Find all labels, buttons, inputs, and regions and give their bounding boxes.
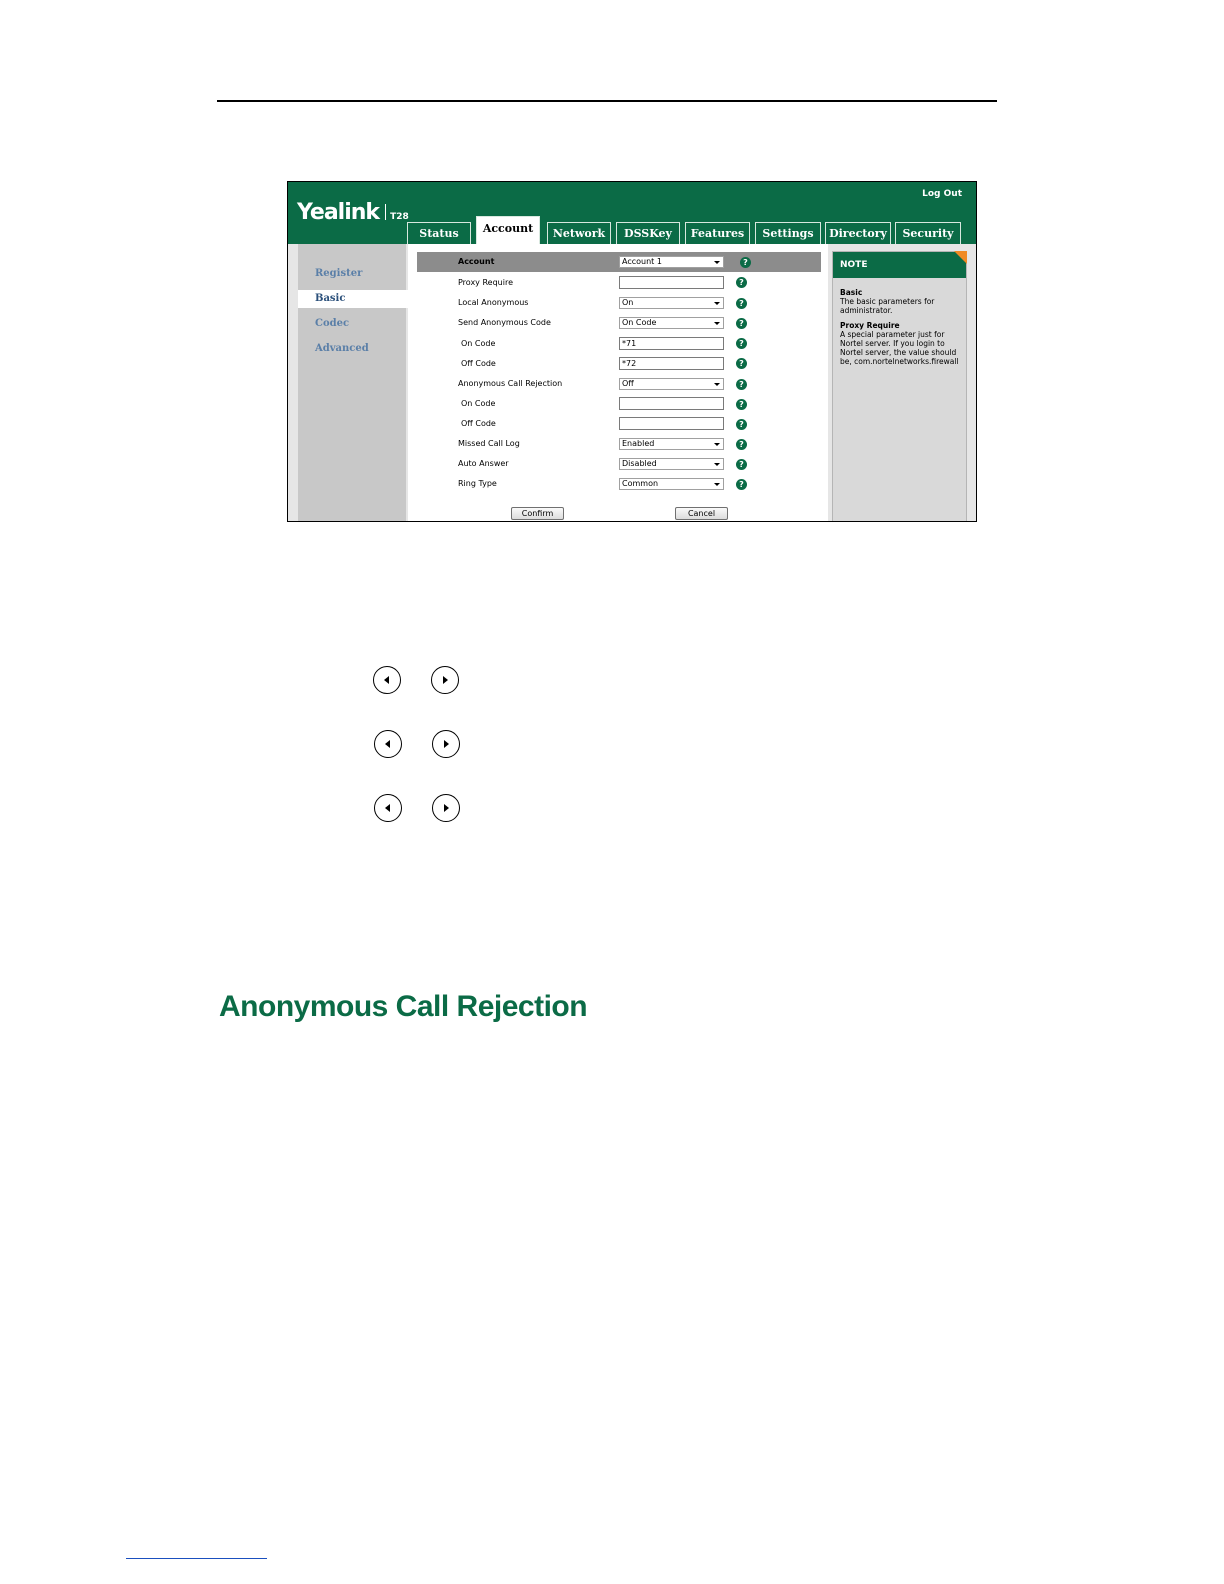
- missed-call-log-label: Missed Call Log: [458, 439, 520, 448]
- rejection-off-code-input[interactable]: [619, 417, 724, 430]
- account-basic-form: Account Account 1 ? Proxy Require ? Loca…: [408, 244, 828, 521]
- ring-type-label: Ring Type: [458, 479, 497, 488]
- anonymous-call-rejection-label: Anonymous Call Rejection: [458, 379, 563, 388]
- chevron-down-icon: [714, 261, 720, 264]
- missed-call-log-value: Enabled: [622, 439, 655, 448]
- rejection-off-code-label: Off Code: [461, 419, 496, 428]
- left-navigation-key-icon: [373, 666, 401, 694]
- tab-directory[interactable]: Directory: [825, 222, 891, 244]
- chevron-down-icon: [714, 383, 720, 386]
- help-icon[interactable]: ?: [736, 439, 747, 450]
- note-text-proxy-require: A special parameter just for Nortel serv…: [840, 330, 959, 366]
- left-navigation-key-icon: [374, 794, 402, 822]
- account-select[interactable]: Account 1: [619, 256, 724, 268]
- top-banner: Yealink T28 Log Out Status Account Networ…: [288, 182, 976, 244]
- local-anonymous-label: Local Anonymous: [458, 298, 529, 307]
- logo-text: Yealink: [297, 200, 380, 225]
- chevron-down-icon: [714, 463, 720, 466]
- account-label: Account: [458, 257, 495, 266]
- help-icon[interactable]: ?: [736, 399, 747, 410]
- send-on-code-input[interactable]: *71: [619, 337, 724, 350]
- chevron-down-icon: [714, 443, 720, 446]
- chevron-down-icon: [714, 483, 720, 486]
- send-off-code-input[interactable]: *72: [619, 357, 724, 370]
- tab-features[interactable]: Features: [685, 222, 750, 244]
- section-title: Anonymous Call Rejection: [219, 990, 588, 1023]
- left-navigation-key-icon: [374, 730, 402, 758]
- web-ui-screenshot: Yealink T28 Log Out Status Account Networ…: [287, 181, 977, 522]
- tab-dsskey[interactable]: DSSKey: [616, 222, 680, 244]
- local-anonymous-value: On: [622, 298, 634, 307]
- logo-divider: [385, 204, 387, 220]
- note-corner-fold: [954, 251, 967, 264]
- nav-codec[interactable]: Codec: [315, 318, 349, 329]
- tab-settings[interactable]: Settings: [755, 222, 821, 244]
- confirm-button[interactable]: Confirm: [511, 507, 564, 520]
- cancel-button[interactable]: Cancel: [675, 507, 728, 520]
- ring-type-value: Common: [622, 479, 659, 488]
- right-navigation-key-icon: [432, 730, 460, 758]
- missed-call-log-select[interactable]: Enabled: [619, 438, 724, 450]
- ring-type-select[interactable]: Common: [619, 478, 724, 490]
- help-icon[interactable]: ?: [736, 459, 747, 470]
- account-select-value: Account 1: [622, 257, 662, 266]
- send-anonymous-code-select[interactable]: On Code: [619, 317, 724, 329]
- right-navigation-key-icon: [432, 794, 460, 822]
- logo-model: T28: [390, 212, 409, 222]
- local-anonymous-select[interactable]: On: [619, 297, 724, 309]
- tab-status[interactable]: Status: [407, 222, 471, 244]
- proxy-require-label: Proxy Require: [458, 278, 513, 287]
- note-title: NOTE: [833, 252, 966, 278]
- nav-advanced[interactable]: Advanced: [315, 343, 369, 354]
- header-rule: [217, 100, 997, 102]
- help-icon[interactable]: ?: [736, 358, 747, 369]
- note-heading-proxy-require: Proxy Require: [840, 321, 900, 330]
- send-anonymous-code-label: Send Anonymous Code: [458, 318, 551, 327]
- chevron-down-icon: [714, 302, 720, 305]
- auto-answer-value: Disabled: [622, 459, 657, 468]
- rejection-on-code-label: On Code: [461, 399, 496, 408]
- yealink-logo: Yealink T28: [297, 200, 409, 225]
- help-icon[interactable]: ?: [736, 277, 747, 288]
- chevron-down-icon: [714, 322, 720, 325]
- help-icon[interactable]: ?: [736, 479, 747, 490]
- note-text-basic: The basic parameters for administrator.: [840, 297, 935, 315]
- help-icon[interactable]: ?: [736, 338, 747, 349]
- help-icon[interactable]: ?: [736, 419, 747, 430]
- send-off-code-label: Off Code: [461, 359, 496, 368]
- help-icon[interactable]: ?: [736, 298, 747, 309]
- auto-answer-label: Auto Answer: [458, 459, 509, 468]
- rejection-on-code-input[interactable]: [619, 397, 724, 410]
- proxy-require-input[interactable]: [619, 276, 724, 289]
- help-icon[interactable]: ?: [736, 318, 747, 329]
- auto-answer-select[interactable]: Disabled: [619, 458, 724, 470]
- note-body: Basic The basic parameters for administra…: [840, 288, 965, 372]
- help-icon[interactable]: ?: [740, 257, 751, 268]
- nav-basic[interactable]: Basic: [298, 290, 410, 308]
- right-navigation-key-icon: [431, 666, 459, 694]
- tab-security[interactable]: Security: [895, 222, 961, 244]
- footnote-link-underline: [126, 1558, 267, 1559]
- left-nav: Register Basic Codec Advanced: [298, 244, 410, 521]
- help-icon[interactable]: ?: [736, 379, 747, 390]
- send-anonymous-code-value: On Code: [622, 318, 657, 327]
- note-panel: NOTE Basic The basic parameters for admin…: [832, 251, 967, 521]
- note-heading-basic: Basic: [840, 288, 863, 297]
- tab-network[interactable]: Network: [547, 222, 611, 244]
- anonymous-call-rejection-value: Off: [622, 379, 634, 388]
- send-on-code-label: On Code: [461, 339, 496, 348]
- logout-link[interactable]: Log Out: [922, 189, 962, 199]
- nav-register[interactable]: Register: [315, 268, 362, 279]
- anonymous-call-rejection-select[interactable]: Off: [619, 378, 724, 390]
- tab-account[interactable]: Account: [476, 216, 540, 244]
